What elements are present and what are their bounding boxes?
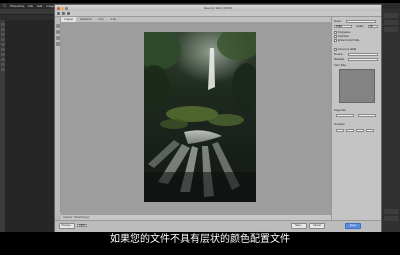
height-input[interactable]: [358, 114, 376, 117]
image-size-label: Image Size: [334, 109, 346, 112]
gradient-tool-icon[interactable]: [1, 63, 5, 66]
first-frame-button[interactable]: [336, 129, 344, 132]
hand-tool-icon[interactable]: [57, 12, 60, 15]
convert-srgb-checkbox[interactable]: [334, 48, 337, 51]
slice-select-icon[interactable]: [56, 30, 60, 34]
preview-label: Preview:: [334, 53, 344, 56]
move-tool-icon[interactable]: [1, 23, 5, 26]
metadata-label: Metadata:: [334, 58, 345, 61]
zoom-level[interactable]: 100%: [77, 224, 87, 227]
progressive-checkbox[interactable]: [334, 31, 337, 34]
width-input[interactable]: [336, 114, 354, 117]
panel-row[interactable]: [384, 216, 398, 221]
right-panels: [382, 9, 400, 232]
minimize-icon[interactable]: [61, 6, 64, 10]
save-for-web-dialog: Save for Web (100%) Original Optimized 2…: [54, 4, 382, 233]
optimized-label: Optimized: [338, 35, 349, 38]
preview-select[interactable]: [348, 53, 378, 56]
image-preview-area[interactable]: [61, 22, 331, 215]
metadata-select[interactable]: [348, 58, 378, 61]
document-canvas-background: [6, 20, 54, 232]
color-table-label: Color Table: [334, 64, 347, 67]
eyedropper-tool-icon[interactable]: [1, 43, 5, 46]
zoom-tool-icon[interactable]: [67, 12, 70, 15]
cancel-button[interactable]: Cancel: [309, 223, 325, 229]
brush-tool-icon[interactable]: [1, 48, 5, 51]
text-tool-icon[interactable]: [1, 68, 5, 71]
panel-row[interactable]: [384, 209, 398, 214]
video-subtitle: 如果您的文件不具有层状的颜色配置文件: [110, 234, 290, 245]
animation-label: Animation: [334, 123, 345, 126]
lasso-tool-icon[interactable]: [1, 33, 5, 36]
eyedropper-icon[interactable]: [56, 42, 60, 46]
progressive-label: Progressive: [338, 31, 351, 34]
color-table-swatches[interactable]: [339, 69, 375, 103]
crop-tool-icon[interactable]: [1, 38, 5, 41]
stamp-tool-icon[interactable]: [1, 53, 5, 56]
quality-label: Quality:: [356, 25, 365, 28]
embed-profile-checkbox[interactable]: [334, 39, 337, 42]
done-button[interactable]: Done: [345, 223, 361, 229]
convert-srgb-label: Convert to sRGB: [338, 48, 357, 51]
prev-frame-button[interactable]: [346, 129, 354, 132]
preset-select[interactable]: [346, 20, 376, 23]
panel-row[interactable]: [384, 27, 398, 32]
panel-row[interactable]: [384, 13, 398, 18]
save-button[interactable]: Save...: [291, 223, 307, 229]
quality-input[interactable]: 60: [368, 25, 378, 28]
format-select[interactable]: JPEG: [334, 25, 352, 28]
preset-label: Preset:: [334, 20, 342, 23]
panel-row[interactable]: [384, 20, 398, 25]
magnifier-icon[interactable]: [56, 36, 60, 40]
preview-button[interactable]: Preview...: [59, 223, 75, 229]
waterfall-photo: [144, 32, 256, 202]
optimized-checkbox[interactable]: [334, 35, 337, 38]
hand-icon[interactable]: [56, 24, 60, 28]
play-button[interactable]: [356, 129, 364, 132]
optimization-settings-panel: Preset: JPEG Quality: 60 Progressive Opt…: [331, 17, 381, 220]
eraser-tool-icon[interactable]: [1, 58, 5, 61]
zoom-window-icon[interactable]: [65, 6, 68, 10]
slice-tool-icon[interactable]: [62, 12, 65, 15]
close-icon[interactable]: [57, 6, 60, 10]
embed-profile-label: Embed Color Profile: [338, 39, 360, 42]
next-frame-button[interactable]: [366, 129, 374, 132]
marquee-tool-icon[interactable]: [1, 28, 5, 31]
